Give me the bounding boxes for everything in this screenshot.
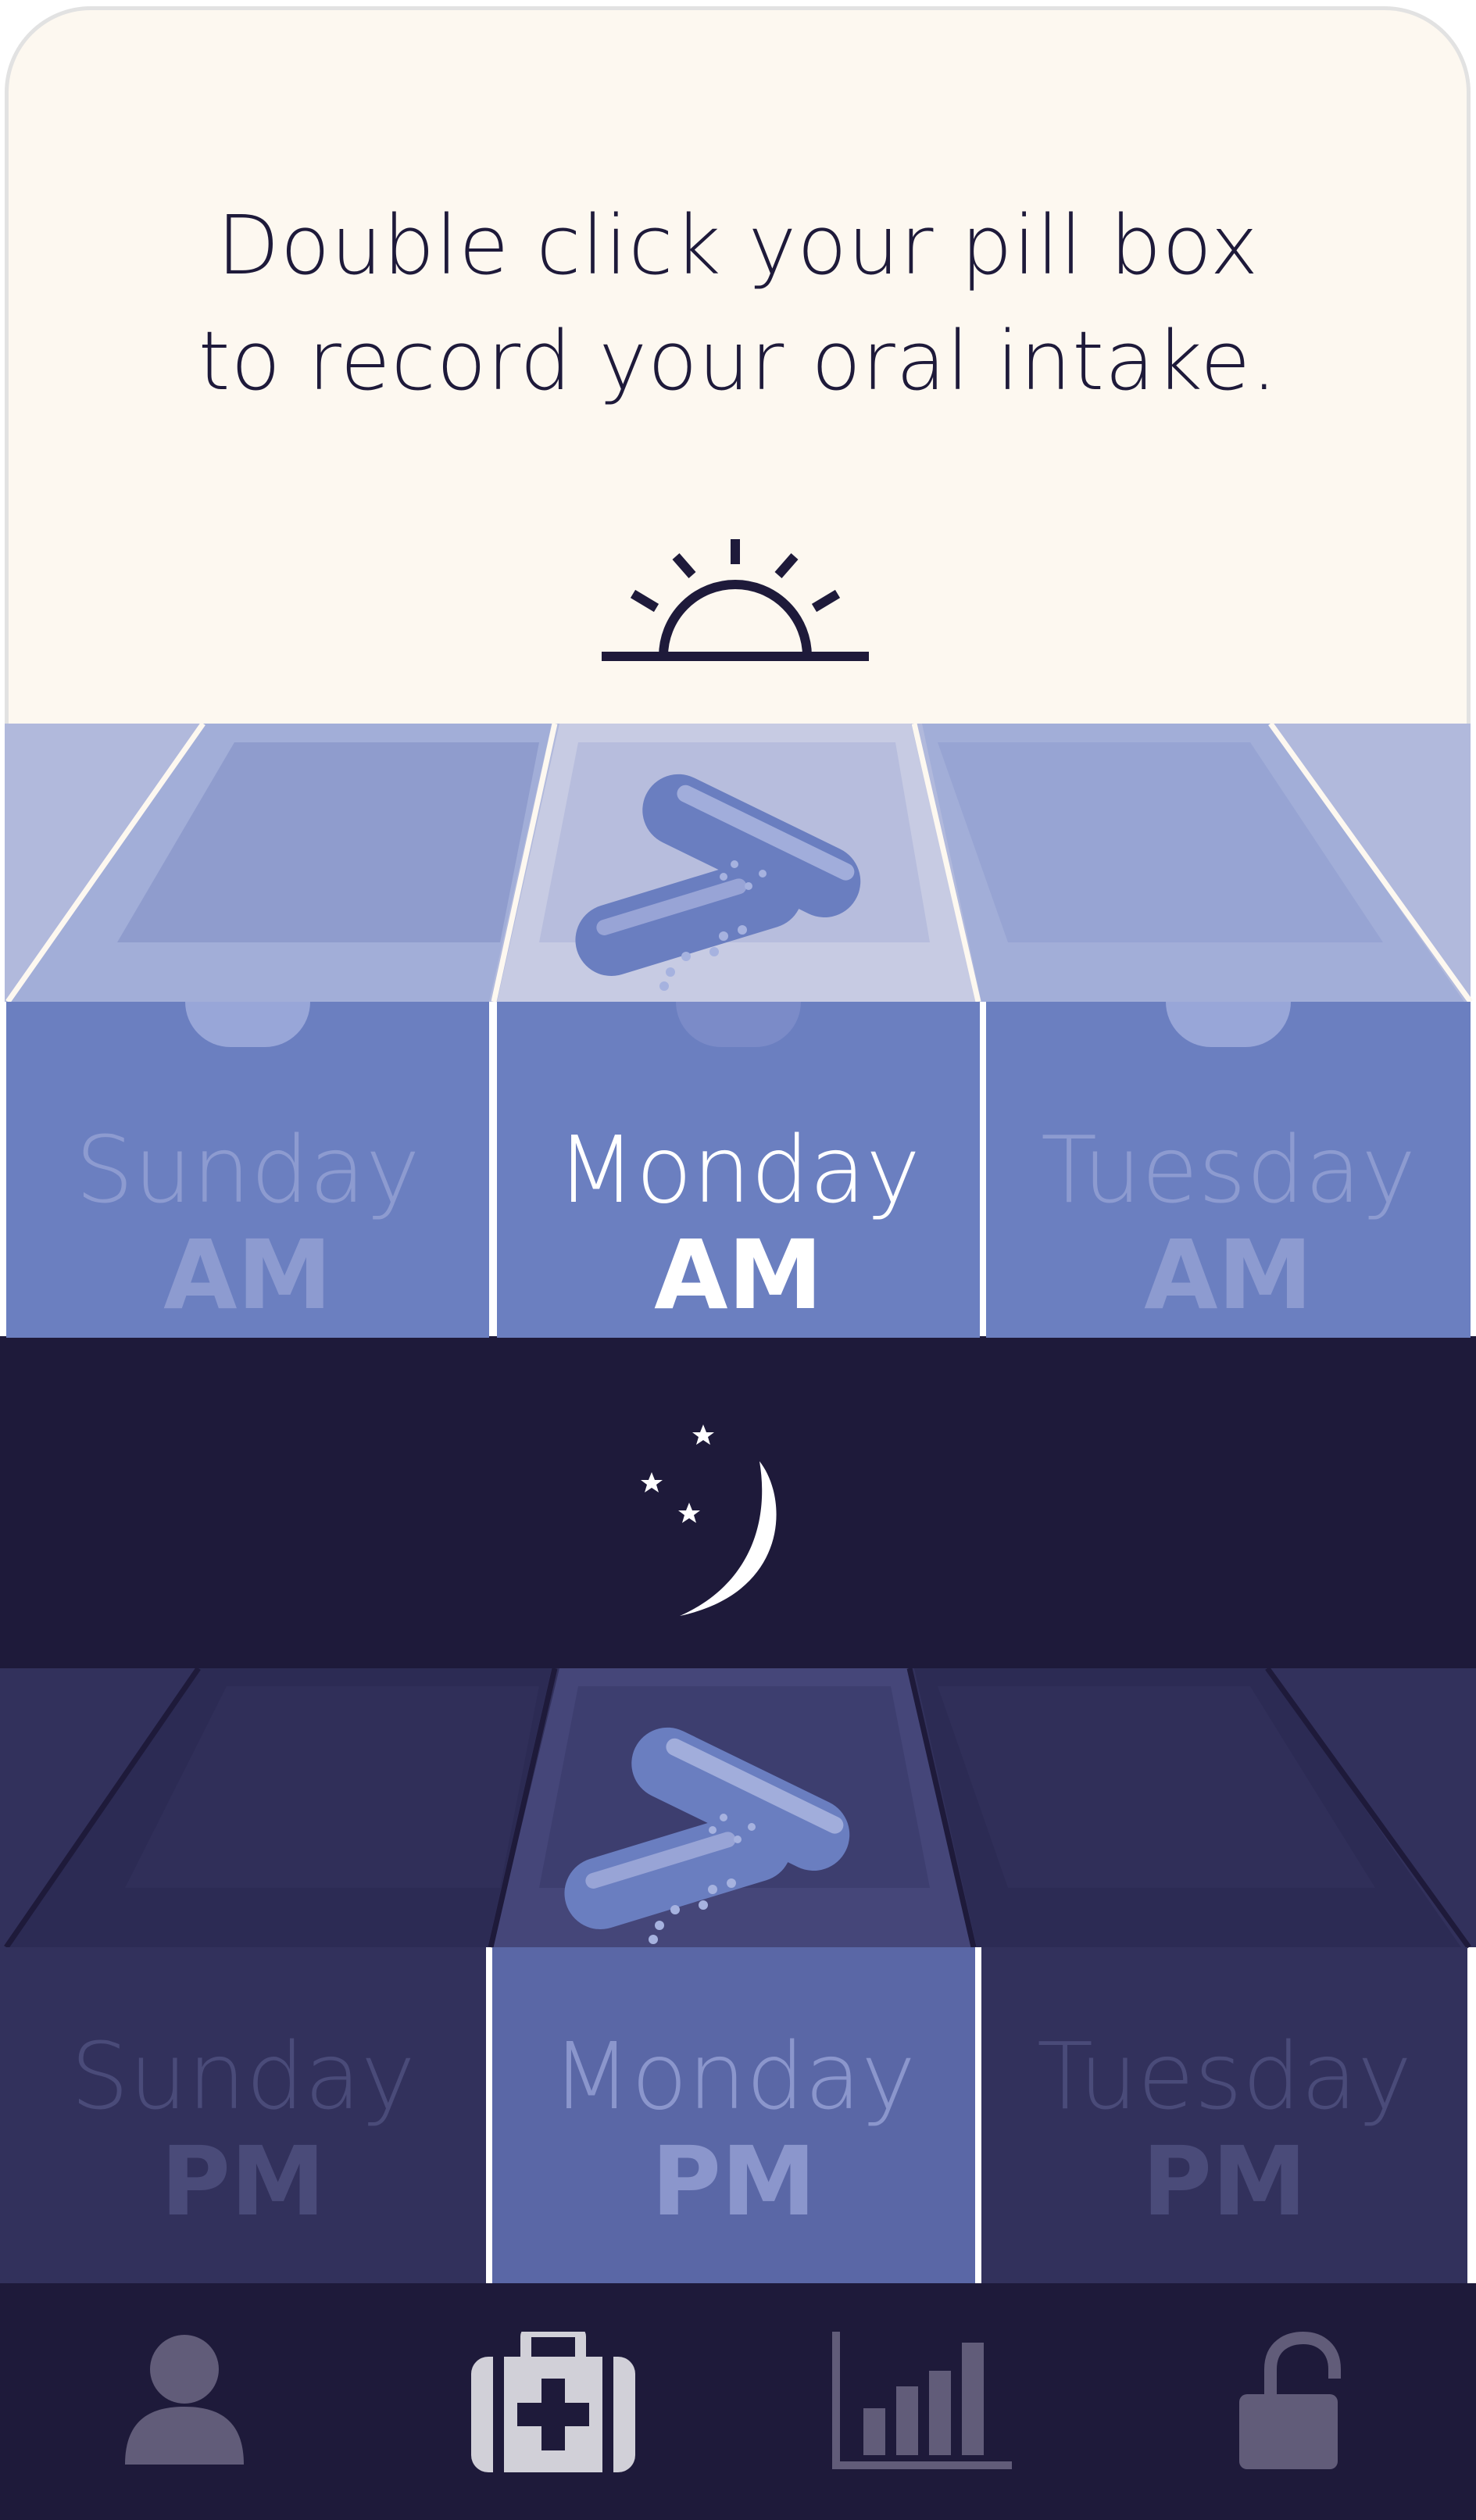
bottom-tab-bar	[0, 2283, 1476, 2520]
compartment-period-label: AM	[654, 1220, 823, 1331]
compartment-tuesday-am[interactable]: Tuesday AM	[986, 1002, 1471, 1338]
instruction-line-2: to record your oral intake.	[198, 313, 1278, 409]
tab-statistics[interactable]	[738, 2283, 1106, 2520]
sunrise-icon	[602, 539, 869, 661]
compartment-monday-am[interactable]: Monday AM	[497, 1002, 980, 1338]
compartment-monday-pm[interactable]: Monday PM	[492, 1947, 975, 2283]
compartment-day-label: Sunday	[75, 1116, 420, 1224]
compartment-period-label: AM	[1144, 1220, 1313, 1331]
compartment-notch	[1166, 1002, 1291, 1047]
compartment-period-label: PM	[1142, 2126, 1307, 2237]
compartment-notch	[676, 1002, 801, 1047]
compartment-notch	[185, 1002, 310, 1047]
compartment-day-label: Tuesday	[1040, 1116, 1417, 1224]
compartment-day-label: Monday	[552, 2022, 916, 2130]
bar-chart-icon	[832, 2331, 1012, 2469]
compartment-sunday-pm[interactable]: Sunday PM	[0, 1947, 486, 2283]
compartment-period-label: PM	[651, 2126, 817, 2237]
compartment-period-label: AM	[163, 1220, 332, 1331]
compartment-day-label: Sunday	[70, 2022, 416, 2130]
medical-kit-icon	[471, 2331, 635, 2472]
instruction-text: Double click your pill box to record you…	[0, 188, 1476, 419]
compartment-period-label: PM	[160, 2126, 326, 2237]
app-screen: Double click your pill box to record you…	[0, 0, 1476, 2520]
compartment-sunday-am[interactable]: Sunday AM	[6, 1002, 489, 1338]
instruction-line-1: Double click your pill box	[216, 198, 1260, 293]
compartment-day-label: Tuesday	[1036, 2022, 1413, 2130]
tab-unlock[interactable]	[1106, 2283, 1475, 2520]
tab-profile[interactable]	[0, 2283, 369, 2520]
compartment-day-label: Monday	[556, 1116, 920, 1224]
user-icon	[125, 2334, 244, 2465]
compartment-tuesday-pm[interactable]: Tuesday PM	[981, 1947, 1467, 2283]
unlock-icon	[1239, 2331, 1341, 2469]
tab-medication[interactable]	[369, 2283, 738, 2520]
